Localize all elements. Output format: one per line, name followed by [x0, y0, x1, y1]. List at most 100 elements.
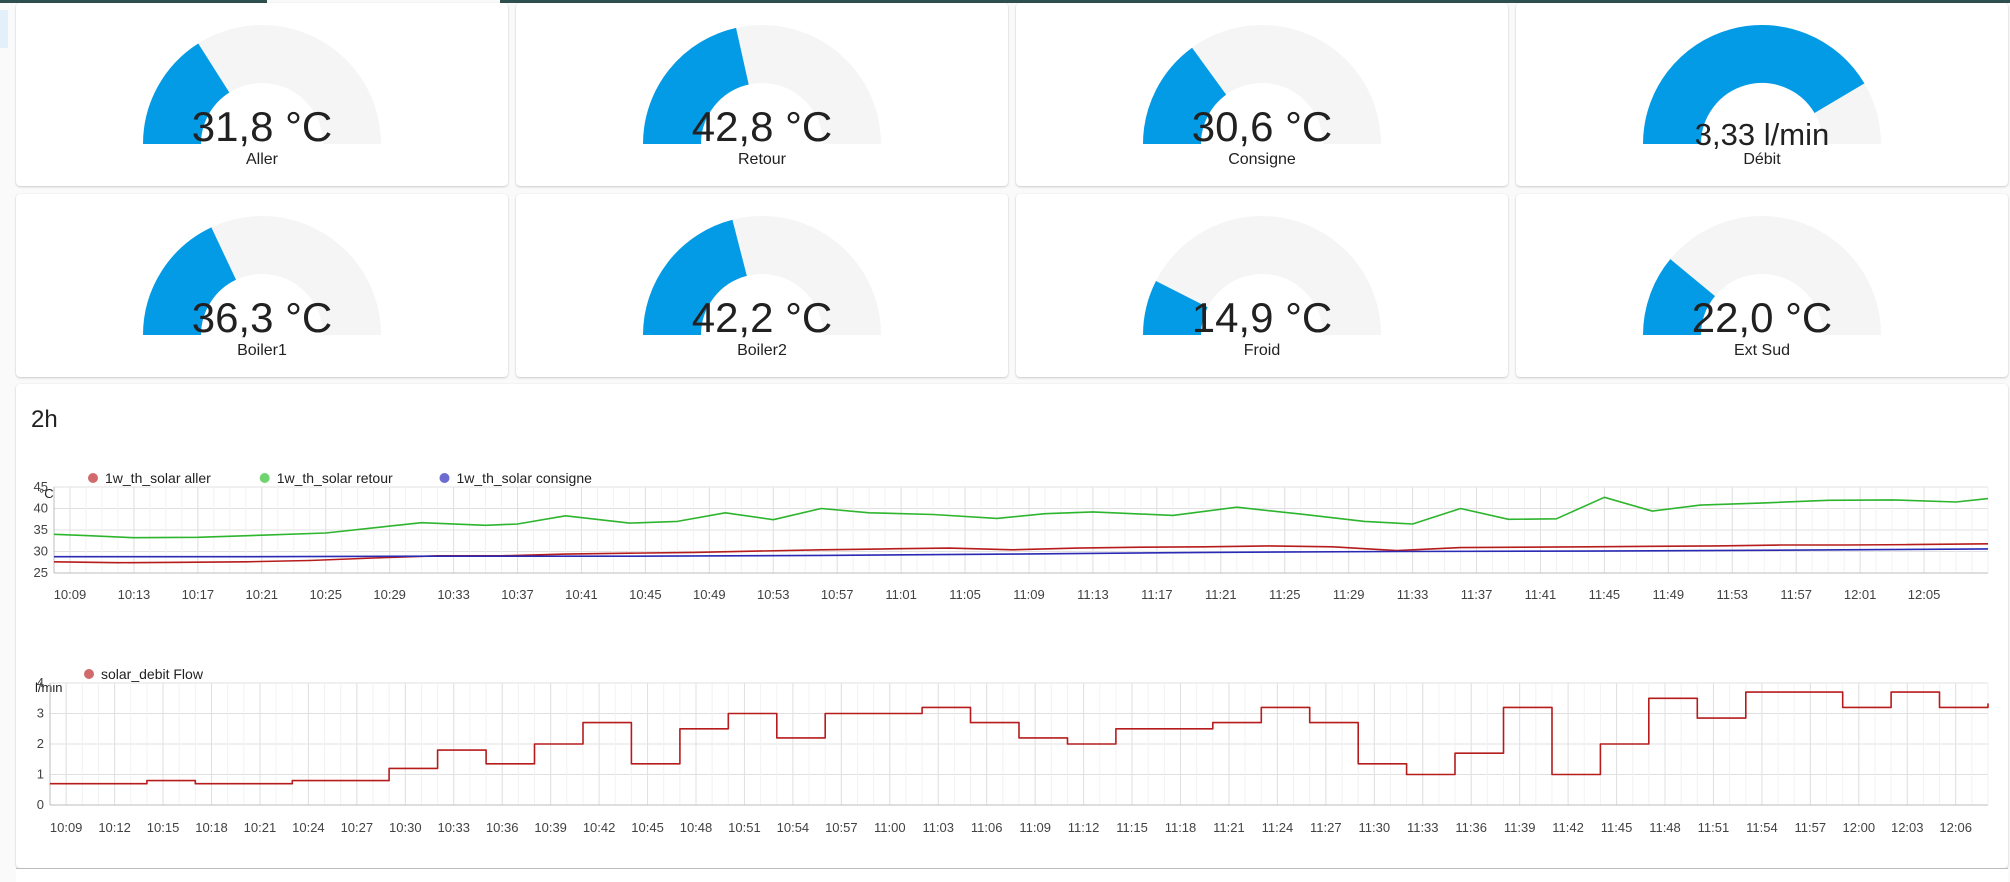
- x-tick-label: 12:00: [1843, 820, 1876, 835]
- sidebar-edge[interactable]: [0, 10, 8, 48]
- x-tick-label: 11:03: [922, 820, 954, 835]
- x-tick-label: 10:37: [501, 587, 534, 602]
- x-tick-label: 12:06: [1939, 820, 1972, 835]
- gauge-card-retour[interactable]: 42,8 °C Retour: [516, 3, 1008, 186]
- y-tick-label: 4: [37, 675, 44, 690]
- x-tick-label: 10:51: [728, 820, 761, 835]
- history-card-title: 2h: [31, 406, 58, 433]
- x-tick-label: 10:30: [389, 820, 422, 835]
- legend-swatch: [84, 669, 94, 679]
- x-tick-label: 11:49: [1653, 587, 1685, 602]
- gauge-card-ext-sud[interactable]: 22,0 °C Ext Sud: [1516, 194, 2008, 377]
- gauge-value: 31,8 °C: [191, 103, 333, 150]
- x-tick-label: 11:21: [1213, 820, 1245, 835]
- legend-swatch: [88, 473, 98, 483]
- legend-swatch: [439, 473, 450, 483]
- gauge-value: 36,3 °C: [191, 294, 333, 341]
- x-tick-label: 11:01: [885, 587, 917, 602]
- x-tick-label: 11:17: [1141, 587, 1173, 602]
- y-tick-label: 0: [37, 797, 44, 812]
- gauge-value: 14,9 °C: [1191, 294, 1333, 341]
- x-tick-label: 11:33: [1397, 587, 1429, 602]
- x-tick-label: 11:41: [1525, 587, 1557, 602]
- gauge-card-boiler2[interactable]: 42,2 °C Boiler2: [516, 194, 1008, 377]
- y-tick-label: 3: [37, 706, 44, 721]
- gauge-value: 3,33 l/min: [1694, 117, 1830, 152]
- x-tick-label: 10:09: [50, 820, 83, 835]
- gauge-card-consigne[interactable]: 30,6 °C Consigne: [1016, 3, 1508, 186]
- x-tick-label: 11:12: [1068, 820, 1100, 835]
- gauge-card-d-bit[interactable]: 3,33 l/min Débit: [1516, 3, 2008, 186]
- temperature-chart[interactable]: °C1w_th_solar aller 1w_th_solar retour 1w_…: [16, 470, 2008, 640]
- gauge-label: Ext Sud: [1733, 342, 1791, 359]
- x-tick-label: 10:24: [292, 820, 325, 835]
- series-line: [53, 496, 1989, 539]
- x-tick-label: 12:01: [1844, 587, 1877, 602]
- y-tick-label: 45: [34, 479, 48, 494]
- flow-chart[interactable]: l/minsolar_debit Flow0123410:09 10:12 10:1…: [16, 662, 2008, 862]
- x-tick-label: 10:18: [195, 820, 228, 835]
- x-tick-label: 10:54: [777, 820, 810, 835]
- x-tick-label: 11:48: [1649, 820, 1681, 835]
- gauge-card-aller[interactable]: 31,8 °C Aller: [16, 3, 508, 186]
- x-tick-label: 11:57: [1780, 587, 1812, 602]
- gauge-value: 42,2 °C: [691, 294, 833, 341]
- gauge-value: 42,8 °C: [691, 103, 833, 150]
- x-tick-label: 11:18: [1165, 820, 1197, 835]
- x-tick-label: 10:53: [757, 587, 790, 602]
- y-tick-label: 1: [37, 767, 44, 782]
- x-tick-label: 11:29: [1333, 587, 1365, 602]
- x-tick-label: 11:00: [874, 820, 906, 835]
- x-tick-label: 11:06: [971, 820, 1003, 835]
- x-tick-label: 11:24: [1262, 820, 1294, 835]
- x-tick-label: 11:36: [1455, 820, 1487, 835]
- x-tick-label: 10:41: [565, 587, 598, 602]
- legend-label: 1w_th_solar consigne: [457, 470, 593, 486]
- x-tick-label: 11:33: [1407, 820, 1439, 835]
- x-tick-label: 11:30: [1359, 820, 1391, 835]
- y-tick-label: 25: [34, 565, 48, 580]
- x-tick-label: 11:54: [1746, 820, 1778, 835]
- x-tick-label: 10:25: [309, 587, 342, 602]
- x-tick-label: 11:53: [1716, 587, 1748, 602]
- x-tick-label: 11:13: [1077, 587, 1109, 602]
- x-tick-label: 12:05: [1908, 587, 1941, 602]
- legend-label: 1w_th_solar aller: [105, 470, 211, 486]
- y-tick-label: 2: [37, 736, 44, 751]
- gauge-label: Boiler1: [237, 342, 287, 359]
- x-tick-label: 11:37: [1461, 587, 1493, 602]
- gauge-label: Froid: [1243, 342, 1281, 359]
- x-tick-label: 10:57: [821, 587, 854, 602]
- history-card[interactable]: 2h °C 1w_th_solar aller 1w_th_solar retour…: [16, 384, 2008, 868]
- x-tick-label: 10:21: [246, 587, 279, 602]
- x-tick-label: 10:17: [182, 587, 215, 602]
- x-tick-label: 11:39: [1504, 820, 1536, 835]
- x-tick-label: 10:33: [437, 587, 470, 602]
- y-tick-label: 30: [34, 544, 48, 559]
- gauge-label: Aller: [245, 151, 278, 168]
- legend-label: 1w_th_solar retour: [277, 470, 393, 486]
- x-tick-label: 10:13: [118, 587, 151, 602]
- x-tick-label: 12:03: [1891, 820, 1924, 835]
- legend-label: solar_debit Flow: [101, 666, 204, 682]
- x-tick-label: 11:09: [1013, 587, 1045, 602]
- x-tick-label: 10:42: [583, 820, 616, 835]
- x-tick-label: 10:36: [486, 820, 519, 835]
- x-tick-label: 11:51: [1698, 820, 1730, 835]
- gauge-label: Boiler2: [737, 342, 787, 359]
- x-tick-label: 11:45: [1601, 820, 1633, 835]
- x-tick-label: 11:21: [1205, 587, 1237, 602]
- x-tick-label: 10:45: [629, 587, 662, 602]
- x-tick-label: 10:09: [54, 587, 87, 602]
- dashboard-page: 31,8 °C Aller 42,8 °C Retour 30,6 °C Consigne…: [0, 0, 2010, 882]
- gauge-label: Débit: [1743, 151, 1781, 168]
- gauge-card-froid[interactable]: 14,9 °C Froid: [1016, 194, 1508, 377]
- x-tick-label: 11:45: [1589, 587, 1621, 602]
- x-tick-label: 10:33: [437, 820, 470, 835]
- legend-swatch: [259, 473, 270, 483]
- gauge-card-boiler1[interactable]: 36,3 °C Boiler1: [16, 194, 508, 377]
- y-tick-label: 35: [34, 522, 48, 537]
- x-tick-label: 11:42: [1552, 820, 1584, 835]
- x-tick-label: 10:21: [244, 820, 277, 835]
- x-tick-label: 10:39: [534, 820, 567, 835]
